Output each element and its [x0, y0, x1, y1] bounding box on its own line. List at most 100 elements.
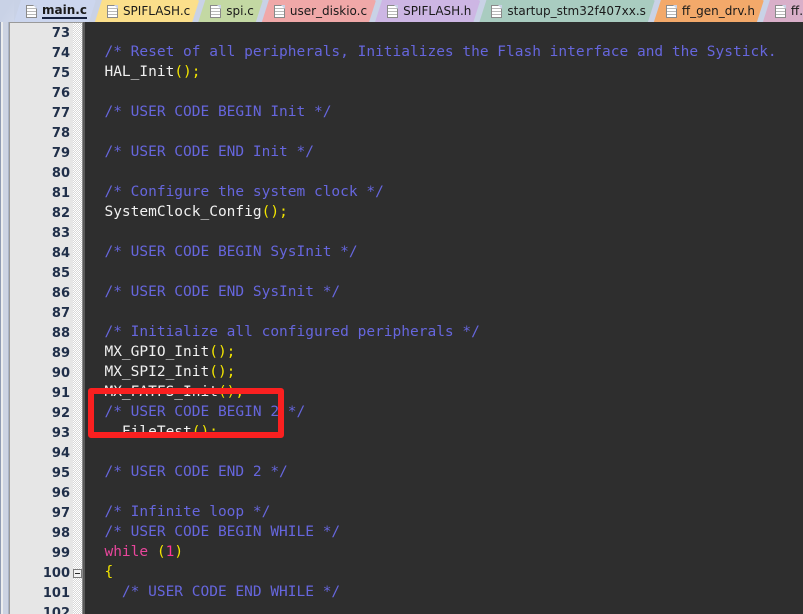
line-number: 96	[51, 486, 70, 501]
editor-area: 73 74 75 76 77 78 79 80 81 82 83 84 85 86 87 88 89 90 91 92…	[0, 22, 803, 614]
line-number: 100	[42, 566, 70, 581]
editor-tab-label: SPIFLASH.h	[403, 4, 472, 18]
line-number: 98	[51, 526, 70, 541]
code-token-cm: /* Reset of all peripherals, Initializes…	[87, 44, 777, 60]
code-line[interactable]	[85, 162, 803, 182]
code-token-kw: while	[87, 544, 157, 560]
code-line[interactable]: /* USER CODE END SysInit */	[85, 282, 803, 302]
code-line[interactable]: /* Infinite loop */	[85, 502, 803, 522]
code-token-pn: ();	[209, 344, 236, 360]
panel-splitter-handle[interactable]	[3, 22, 8, 614]
tab-list: main.c SPIFLASH.c spi.c user_diskio.c SPIFLA…	[14, 0, 803, 22]
editor-tab-label: ff.c	[790, 4, 803, 18]
line-number: 93	[51, 426, 70, 441]
code-folding-margin[interactable]	[73, 22, 82, 614]
fold-toggle-icon[interactable]	[73, 569, 82, 578]
line-number: 82	[51, 206, 70, 221]
panel-splitter[interactable]	[0, 22, 9, 614]
editor-tab-label: ff_gen_drv.h	[681, 4, 755, 18]
code-token-cm: /* Initialize all configured peripherals…	[87, 324, 480, 340]
code-line[interactable]: MX_GPIO_Init();	[85, 342, 803, 362]
file-icon	[666, 5, 677, 18]
code-line[interactable]: /* Initialize all configured peripherals…	[85, 322, 803, 342]
editor-tab-spiflash-h[interactable]: SPIFLASH.h	[375, 0, 480, 22]
code-line[interactable]: /* USER CODE END Init */	[85, 142, 803, 162]
editor-tab-label: SPIFLASH.c	[122, 4, 191, 18]
code-line[interactable]	[85, 222, 803, 242]
code-token-cm: /* USER CODE END SysInit */	[87, 284, 341, 300]
code-token-pn: (	[156, 544, 166, 560]
code-line[interactable]	[85, 122, 803, 142]
editor-tab-spiflash-c[interactable]: SPIFLASH.c	[95, 0, 199, 22]
editor-tab-bar: main.c SPIFLASH.c spi.c user_diskio.c SPIFLA…	[0, 0, 803, 22]
code-token-id: MX_FATFS_Init	[87, 384, 218, 400]
code-token-pn: ();	[217, 384, 245, 400]
line-number: 85	[51, 266, 70, 281]
code-token-id: MX_GPIO_Init	[87, 344, 210, 360]
code-token-cm: /* USER CODE BEGIN WHILE */	[87, 524, 341, 540]
code-line[interactable]: HAL_Init();	[85, 62, 803, 82]
code-line[interactable]	[85, 482, 803, 502]
file-icon	[387, 5, 398, 18]
line-number: 80	[51, 166, 70, 181]
code-line[interactable]: {	[85, 562, 803, 582]
line-number: 99	[51, 546, 70, 561]
editor-tab-ff-gen-drv-h[interactable]: ff_gen_drv.h	[654, 0, 764, 22]
code-token-pn: ();	[261, 204, 288, 220]
code-token-cm: /* Configure the system clock */	[87, 184, 384, 200]
code-token-br: {	[87, 564, 114, 580]
line-number: 78	[51, 126, 70, 141]
line-number: 97	[51, 506, 70, 521]
code-text-surface[interactable]: /* Reset of all peripherals, Initializes…	[85, 22, 803, 614]
code-token-id: MX_SPI2_Init	[87, 364, 210, 380]
file-icon	[107, 5, 118, 18]
code-line[interactable]: MX_FATFS_Init();	[85, 382, 803, 402]
code-token-cm: /* USER CODE END WHILE */	[87, 584, 341, 600]
editor-tab-main-c[interactable]: main.c	[14, 0, 96, 22]
code-line[interactable]: while (1)	[85, 542, 803, 562]
code-line[interactable]	[85, 602, 803, 614]
code-line[interactable]: MX_SPI2_Init();	[85, 362, 803, 382]
line-number: 87	[51, 306, 70, 321]
code-line[interactable]: FileTest();	[85, 422, 803, 442]
line-number: 73	[51, 26, 70, 41]
code-line[interactable]: /* Configure the system clock */	[85, 182, 803, 202]
file-icon	[274, 5, 285, 18]
code-line[interactable]: /* USER CODE BEGIN Init */	[85, 102, 803, 122]
code-line[interactable]: /* Reset of all peripherals, Initializes…	[85, 42, 803, 62]
line-number: 81	[51, 186, 70, 201]
code-line[interactable]: /* USER CODE END WHILE */	[85, 582, 803, 602]
line-number: 86	[51, 286, 70, 301]
editor-tab-ff-c[interactable]: ff.c	[763, 0, 803, 22]
code-line[interactable]	[85, 442, 803, 462]
editor-tab-user-diskio-c[interactable]: user_diskio.c	[262, 0, 376, 22]
code-line[interactable]: /* USER CODE END 2 */	[85, 462, 803, 482]
code-line[interactable]: /* USER CODE BEGIN SysInit */	[85, 242, 803, 262]
file-icon	[210, 5, 221, 18]
code-line[interactable]: SystemClock_Config();	[85, 202, 803, 222]
code-token-id: SystemClock_Config	[87, 204, 262, 220]
code-line[interactable]	[85, 262, 803, 282]
line-number: 79	[51, 146, 70, 161]
code-line[interactable]: /* USER CODE BEGIN 2 */	[85, 402, 803, 422]
editor-tab-label: user_diskio.c	[289, 4, 368, 18]
editor-tab-label: spi.c	[226, 4, 254, 18]
line-number: 92	[51, 406, 70, 421]
code-editor-window: main.c SPIFLASH.c spi.c user_diskio.c SPIFLA…	[0, 0, 803, 614]
code-token-num: 1	[165, 544, 175, 560]
editor-tab-label: main.c	[42, 3, 87, 17]
editor-tab-label: startup_stm32f407xx.s	[507, 4, 646, 18]
line-number: 76	[51, 86, 70, 101]
code-line[interactable]	[85, 302, 803, 322]
editor-tab-startup-stm32f407xx-s[interactable]: startup_stm32f407xx.s	[479, 0, 655, 22]
code-token-pn: ();	[209, 364, 236, 380]
editor-tab-spi-c[interactable]: spi.c	[198, 0, 263, 22]
code-line[interactable]	[85, 82, 803, 102]
line-number: 84	[51, 246, 70, 261]
code-line[interactable]: /* USER CODE BEGIN WHILE */	[85, 522, 803, 542]
line-number: 94	[51, 446, 70, 461]
line-number: 89	[51, 346, 70, 361]
code-token-cm: /* USER CODE BEGIN 2 */	[87, 404, 306, 420]
code-line[interactable]	[85, 22, 803, 42]
line-number: 95	[51, 466, 70, 481]
